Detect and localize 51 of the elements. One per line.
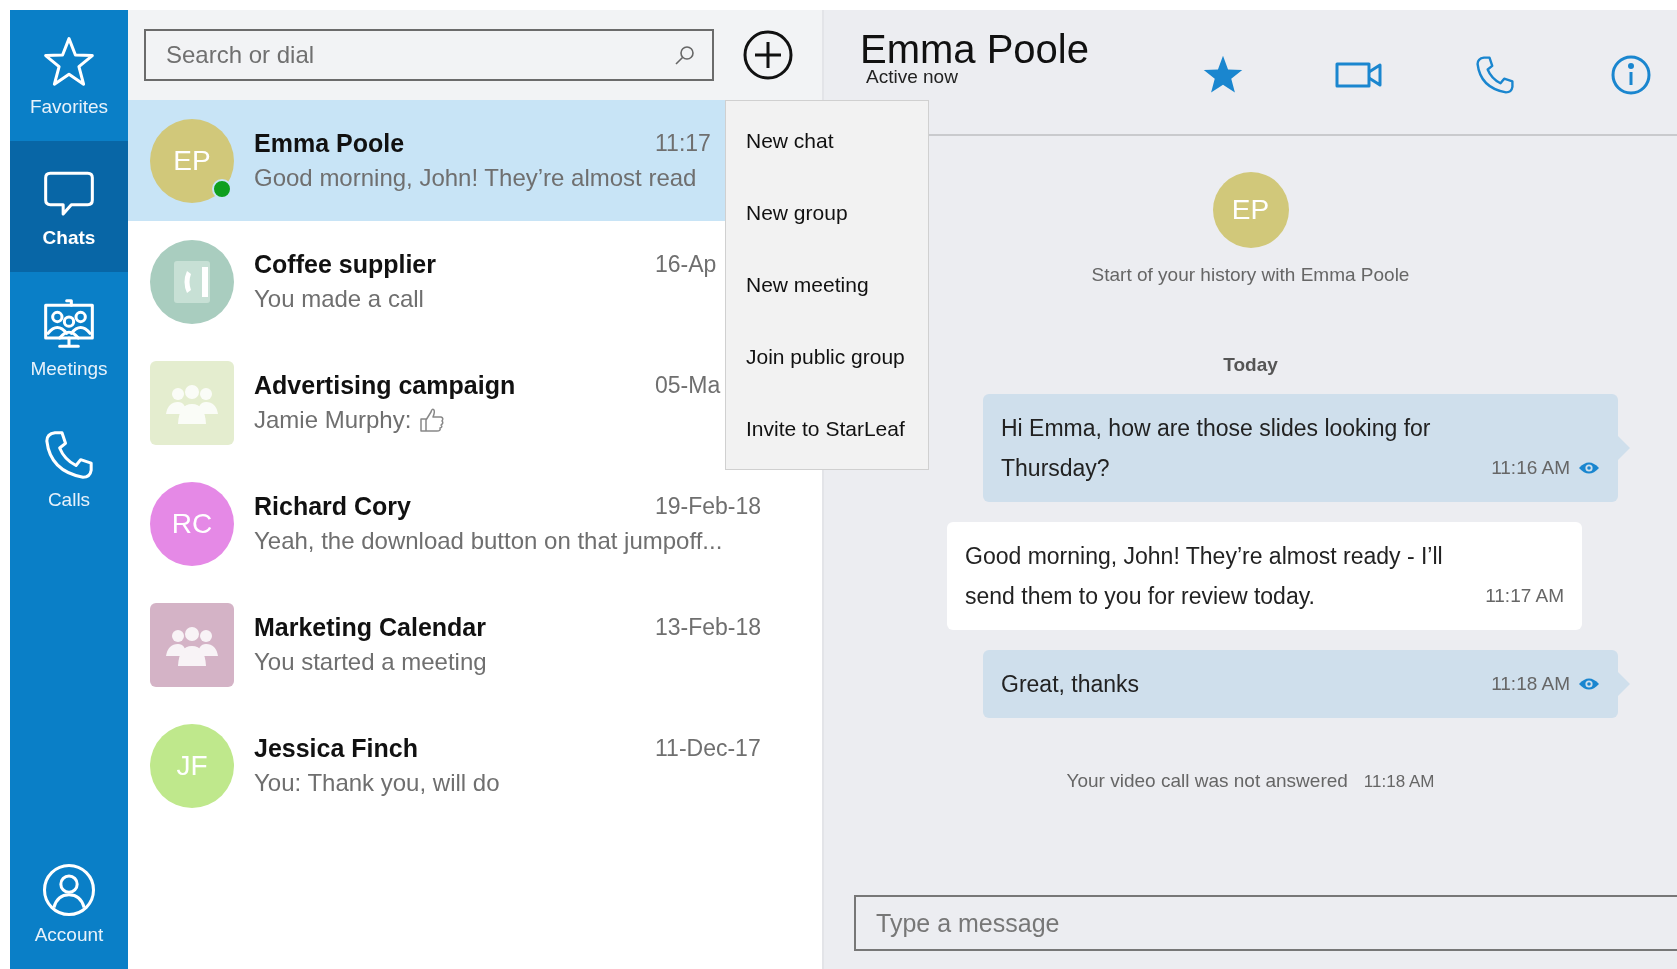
- add-button[interactable]: [742, 29, 794, 81]
- chat-list-item[interactable]: RC Richard Cory 19-Feb-18 Yeah, the download button on that jumpoff...: [128, 463, 822, 584]
- history-note: Start of your history with Emma Poole: [1091, 264, 1410, 286]
- chat-name: Coffee supplier: [254, 250, 437, 279]
- avatar-initials: EP: [1231, 194, 1270, 226]
- nav-tab[interactable]: Favorites: [10, 10, 128, 141]
- plus-circle-icon: [742, 29, 794, 81]
- chat-preview: Good morning, John! They’re almost read: [254, 164, 697, 192]
- message-text: Good morning, John! They’re almost ready - I’ll send them to you for review today.: [965, 542, 1444, 611]
- chat-time: 11-Dec-17: [655, 735, 761, 761]
- message-text: Great, thanks: [1001, 670, 1141, 699]
- message-time: 11:18 AM: [1491, 672, 1570, 696]
- menu-item[interactable]: New meeting: [726, 249, 928, 321]
- chat-time: 16-Ap: [655, 251, 717, 277]
- chat-preview: You started a meeting: [254, 648, 487, 676]
- chat-time: 19-Feb-18: [655, 493, 762, 519]
- account-icon: [41, 861, 97, 918]
- address-book-icon: [172, 258, 212, 305]
- search-field[interactable]: Search or dial: [144, 29, 714, 81]
- chat-name: Marketing Calendar: [254, 613, 487, 642]
- chat-list-item[interactable]: JF Jessica Finch 11-Dec-17 You: Thank you, will do: [128, 705, 822, 826]
- nav-tab[interactable]: Meetings: [10, 272, 128, 403]
- message-time: 11:17 AM: [1485, 584, 1564, 608]
- menu-item[interactable]: Invite to StarLeaf: [726, 393, 928, 465]
- chat-list-item[interactable]: Marketing Calendar 13-Feb-18 You started a meeting: [128, 584, 822, 705]
- chat-time: 05-Ma: [655, 372, 721, 398]
- chat-name: Richard Cory: [254, 492, 412, 521]
- chat-preview: You made a call: [254, 285, 424, 313]
- avatar-initials: JF: [176, 749, 208, 782]
- avatar-initials: EP: [173, 144, 211, 177]
- chat-name: Jessica Finch: [254, 734, 419, 763]
- nav-tab[interactable]: Chats: [10, 141, 128, 272]
- call-event-note: Your video call was not answered: [1066, 770, 1348, 792]
- account-tab[interactable]: Account: [10, 838, 128, 969]
- chat-time: 11:17: [655, 130, 711, 156]
- chat-preview: Jamie Murphy:: [254, 406, 412, 434]
- menu-item[interactable]: Join public group: [726, 321, 928, 393]
- date-separator: Today: [1223, 354, 1278, 376]
- chat-time: 13-Feb-18: [655, 614, 762, 640]
- message-input[interactable]: Type a message: [854, 895, 1677, 951]
- search-icon: [674, 44, 696, 66]
- nav-tab[interactable]: Calls: [10, 403, 128, 534]
- message-time: 11:16 AM: [1491, 456, 1570, 480]
- chat-name: Emma Poole: [254, 129, 406, 158]
- chat-preview: You: Thank you, will do: [254, 769, 500, 797]
- info-icon: [1610, 53, 1652, 96]
- avatar-initials: RC: [171, 507, 213, 540]
- chat-name: Advertising campaign: [254, 371, 517, 400]
- chat-preview: Yeah, the download button on that jumpoff...: [254, 527, 723, 555]
- event-time: 11:18 AM: [1363, 772, 1435, 792]
- message-text: Hi Emma, how are those slides looking for Thursday?: [1001, 414, 1432, 483]
